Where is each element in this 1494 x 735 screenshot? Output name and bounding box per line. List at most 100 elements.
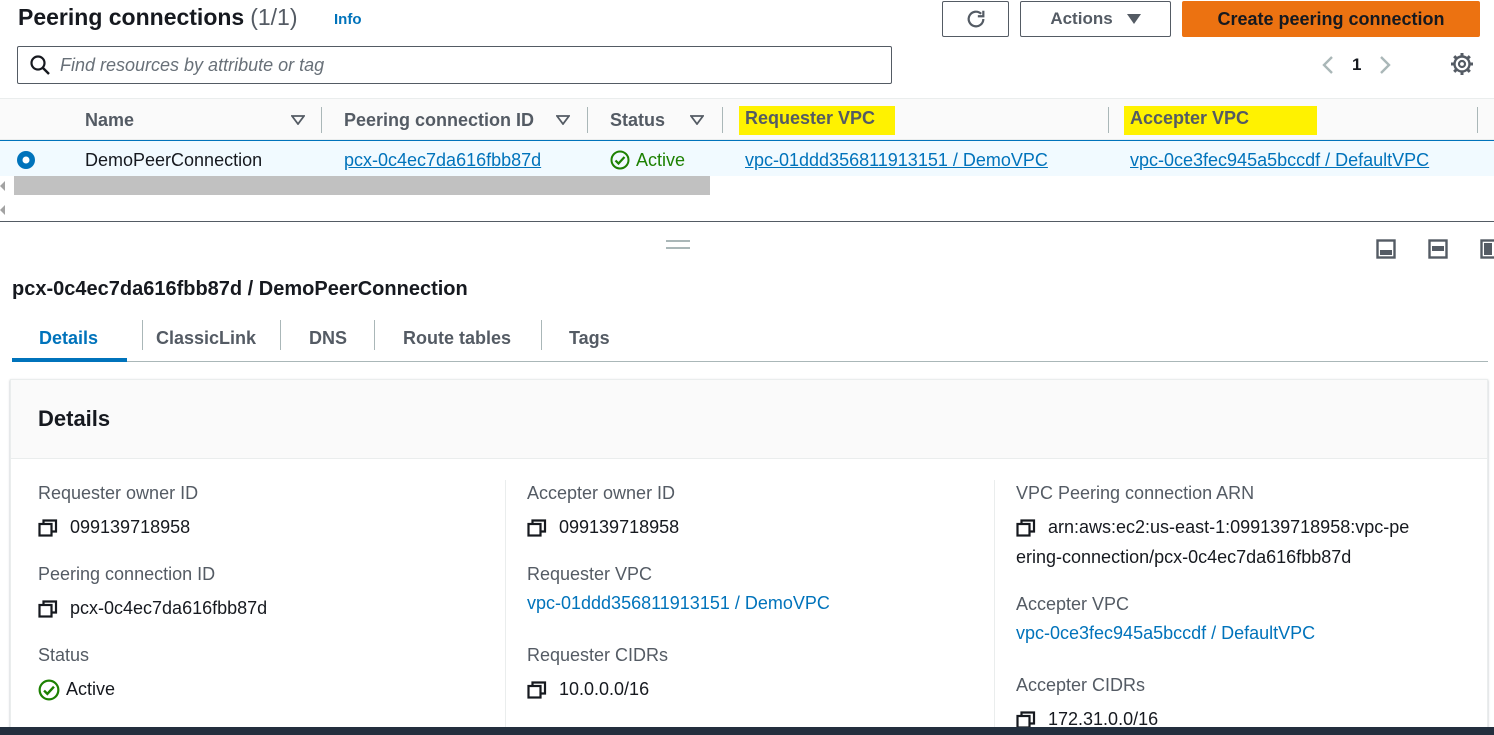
column-label-highlighted: Accepter VPC	[1124, 105, 1318, 135]
radio-selected-icon	[17, 151, 35, 169]
table-column-headers: Name Peering connection ID Status Reques…	[0, 98, 1494, 140]
row-peering-id-link[interactable]: pcx-0c4ec7da616fbb87d	[344, 141, 541, 179]
scroll-left-arrow-icon[interactable]	[0, 205, 5, 215]
details-container-header: Details	[11, 380, 1487, 459]
settings-button[interactable]	[1450, 52, 1474, 81]
chevron-left-icon[interactable]	[1322, 55, 1334, 75]
search-field[interactable]	[17, 46, 892, 84]
column-label: Status	[610, 109, 666, 130]
split-panel-drag-handle[interactable]	[666, 240, 690, 249]
scroll-left-arrow-icon[interactable]	[0, 181, 5, 191]
page-title: Peering connections (1/1)	[18, 4, 298, 31]
column-divider	[505, 480, 506, 735]
tab-details[interactable]: Details	[39, 314, 98, 362]
column-divider	[321, 107, 322, 133]
field-value: 10.0.0.0/16	[527, 674, 668, 704]
column-divider	[587, 107, 588, 133]
column-header-status[interactable]: Status	[610, 99, 704, 141]
field-value: arn:aws:ec2:us-east-1:099139718958:vpc-p…	[1016, 512, 1456, 572]
sort-down-icon[interactable]	[556, 115, 570, 125]
accepter-vpc-link[interactable]: vpc-0ce3fec945a5bccdf / DefaultVPC	[1016, 623, 1315, 644]
tab-divider	[541, 320, 542, 350]
field-value: pcx-0c4ec7da616fbb87d	[38, 593, 267, 623]
tab-route-tables[interactable]: Route tables	[403, 314, 511, 362]
field-accepter-cidrs: Accepter CIDRs 172.31.0.0/16	[1016, 675, 1158, 734]
chevron-right-icon[interactable]	[1379, 55, 1392, 75]
field-label: Requester VPC	[527, 564, 653, 584]
field-requester-vpc: Requester VPC vpc-01ddd356811913151 / De…	[527, 564, 830, 614]
column-header-requester-vpc[interactable]: Requester VPC	[739, 99, 896, 141]
horizontal-scrollbar[interactable]	[0, 176, 1494, 222]
detail-tabs: Details ClassicLink DNS Route tables Tag…	[12, 314, 1488, 362]
table-row[interactable]: DemoPeerConnection pcx-0c4ec7da616fbb87d…	[0, 140, 1494, 178]
sort-down-icon[interactable]	[690, 115, 704, 125]
field-peering-connection-id: Peering connection ID pcx-0c4ec7da616fbb…	[38, 564, 267, 623]
check-circle-icon	[610, 150, 630, 170]
scrollbar-thumb[interactable]	[14, 176, 710, 195]
row-requester-vpc-link[interactable]: vpc-01ddd356811913151 / DemoVPC	[745, 141, 1048, 179]
field-value: 099139718958	[38, 512, 198, 542]
column-label: Name	[85, 109, 135, 130]
copy-icon[interactable]	[527, 519, 547, 537]
field-value-text: 10.0.0.0/16	[559, 679, 650, 699]
field-label: Status	[38, 645, 90, 665]
page-number[interactable]: 1	[1352, 55, 1361, 75]
tab-tags[interactable]: Tags	[569, 314, 610, 362]
field-label: Accepter CIDRs	[1016, 675, 1146, 695]
copy-icon[interactable]	[38, 600, 58, 618]
field-requester-cidrs: Requester CIDRs 10.0.0.0/16	[527, 645, 668, 704]
copy-icon[interactable]	[38, 519, 58, 537]
field-value: Active	[38, 674, 115, 704]
check-circle-icon	[38, 679, 60, 701]
requester-vpc-link[interactable]: vpc-01ddd356811913151 / DemoVPC	[527, 593, 830, 614]
create-peering-connection-button[interactable]: Create peering connection	[1182, 1, 1480, 37]
refresh-button[interactable]	[942, 1, 1009, 37]
field-label: Requester CIDRs	[527, 645, 669, 665]
field-accepter-vpc: Accepter VPC vpc-0ce3fec945a5bccdf / Def…	[1016, 594, 1315, 644]
detail-panel-title: pcx-0c4ec7da616fbb87d / DemoPeerConnecti…	[12, 278, 468, 300]
field-value: 099139718958	[527, 512, 679, 542]
row-name: DemoPeerConnection	[85, 149, 263, 170]
refresh-icon	[967, 10, 984, 28]
sort-down-icon[interactable]	[291, 115, 305, 125]
search-icon	[30, 55, 50, 75]
field-label: Requester owner ID	[38, 483, 199, 503]
tab-dns[interactable]: DNS	[309, 314, 347, 362]
actions-button[interactable]: Actions	[1020, 1, 1171, 37]
panel-bottom-icon[interactable]	[1376, 239, 1396, 264]
tab-divider	[374, 320, 375, 350]
column-label: Peering connection ID	[344, 109, 535, 130]
details-container: Details Requester owner ID 099139718958 …	[10, 379, 1488, 735]
search-input[interactable]	[60, 54, 860, 76]
info-link[interactable]: Info	[334, 11, 362, 28]
column-divider	[994, 480, 995, 735]
field-label: VPC Peering connection ARN	[1016, 483, 1255, 503]
pagination: 1	[1322, 50, 1392, 80]
column-label-highlighted: Requester VPC	[739, 105, 896, 135]
field-requester-owner-id: Requester owner ID 099139718958	[38, 483, 198, 542]
table-header-bar: Peering connections (1/1) Info Actions Cr…	[0, 0, 1494, 98]
panel-side-icon[interactable]	[1428, 239, 1448, 264]
panel-hide-icon[interactable]	[1480, 239, 1494, 264]
copy-icon[interactable]	[527, 681, 547, 699]
gear-icon	[1451, 53, 1473, 75]
actions-label: Actions	[1050, 9, 1113, 28]
bottom-bar	[0, 727, 1494, 735]
row-radio[interactable]	[16, 141, 36, 179]
field-accepter-owner-id: Accepter owner ID 099139718958	[527, 483, 679, 542]
field-value-text: pcx-0c4ec7da616fbb87d	[70, 598, 268, 618]
details-section-title: Details	[38, 406, 111, 431]
row-accepter-vpc-link[interactable]: vpc-0ce3fec945a5bccdf / DefaultVPC	[1130, 141, 1429, 179]
field-label: Accepter owner ID	[527, 483, 676, 503]
column-header-name[interactable]: Name	[85, 99, 305, 141]
field-value-text: 099139718958	[559, 517, 680, 537]
field-label: Accepter VPC	[1016, 594, 1130, 614]
row-status: Active	[610, 141, 685, 179]
field-peering-arn: VPC Peering connection ARN arn:aws:ec2:u…	[1016, 483, 1456, 572]
caret-down-icon	[1126, 14, 1141, 24]
tab-classiclink[interactable]: ClassicLink	[156, 314, 256, 362]
column-header-accepter-vpc[interactable]: Accepter VPC	[1124, 99, 1318, 141]
column-divider	[1477, 107, 1478, 133]
column-header-peering-id[interactable]: Peering connection ID	[344, 99, 570, 141]
tab-selected-indicator	[12, 358, 127, 362]
